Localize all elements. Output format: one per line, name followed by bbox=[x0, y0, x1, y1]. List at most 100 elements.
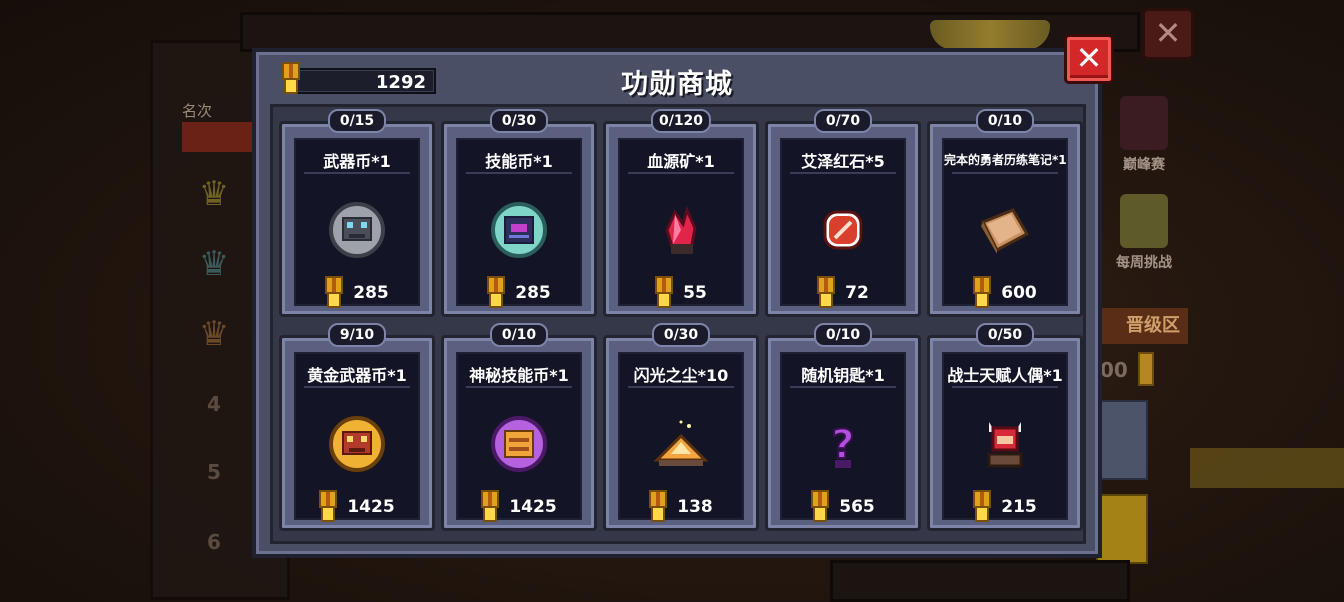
item-price: 1425 bbox=[458, 490, 580, 524]
card-inner: 技能币*1 285 bbox=[456, 138, 582, 308]
card-inner: 血源矿*1 55 bbox=[618, 138, 744, 308]
medal-icon bbox=[973, 490, 992, 524]
crown-icon: ♛ bbox=[198, 174, 230, 214]
medal-icon bbox=[325, 276, 344, 310]
medal-icon bbox=[319, 490, 338, 524]
divider bbox=[952, 386, 1058, 388]
shop-item-card[interactable]: 0/10 完本的勇者历练笔记*1 600 bbox=[927, 109, 1083, 317]
shop-item-card[interactable]: 0/10 随机钥匙*1? 565 bbox=[765, 323, 921, 531]
stock-counter: 0/30 bbox=[652, 323, 710, 347]
exclamation-icon bbox=[1120, 194, 1168, 248]
stock-counter: 0/15 bbox=[328, 109, 386, 133]
gold-panel bbox=[1096, 494, 1148, 564]
card-inner: 艾泽红石*5 72 bbox=[780, 138, 906, 308]
demon-icon bbox=[1120, 96, 1168, 150]
stock-counter: 9/10 bbox=[328, 323, 386, 347]
shop-item-card[interactable]: 0/120 血源矿*1 55 bbox=[603, 109, 759, 317]
item-price: 285 bbox=[296, 276, 418, 310]
item-name: 随机钥匙*1 bbox=[801, 366, 885, 385]
medal-icon bbox=[811, 490, 830, 524]
price-value: 285 bbox=[353, 283, 389, 303]
promotion-value: 00 bbox=[1100, 358, 1128, 382]
rank-header: 名次 bbox=[182, 102, 213, 120]
card-inner: 完本的勇者历练笔记*1 600 bbox=[942, 138, 1068, 308]
divider bbox=[304, 386, 410, 388]
rank-4: 4 bbox=[207, 392, 221, 416]
divider bbox=[304, 172, 410, 174]
shop-item-card[interactable]: 0/15 武器币*1 285 bbox=[279, 109, 435, 317]
item-price: 600 bbox=[944, 276, 1066, 310]
price-value: 55 bbox=[683, 283, 707, 303]
shop-grid: 0/15 武器币*1 285 0/30 技能币*1 285 0/120 血源矿*1 55 0/70… bbox=[279, 109, 1083, 531]
rank-2-crown: ♛ bbox=[196, 246, 232, 282]
stock-counter: 0/30 bbox=[490, 109, 548, 133]
gold-weapon-coin-icon bbox=[327, 414, 387, 474]
warrior-doll-icon bbox=[975, 414, 1035, 474]
card-inner: 武器币*1 285 bbox=[294, 138, 420, 308]
rank-5: 5 bbox=[207, 460, 221, 484]
medal-icon bbox=[649, 490, 668, 524]
close-button[interactable]: ✕ bbox=[1064, 34, 1114, 84]
stock-counter: 0/120 bbox=[650, 109, 712, 133]
price-value: 72 bbox=[845, 283, 869, 303]
card-inner: 黄金武器币*1 1425 bbox=[294, 352, 420, 522]
item-name: 血源矿*1 bbox=[647, 152, 715, 171]
card-inner: 神秘技能币*1 1425 bbox=[456, 352, 582, 522]
weekly-challenge-label: 每周挑战 bbox=[1116, 255, 1172, 271]
stock-counter: 0/10 bbox=[976, 109, 1034, 133]
price-value: 138 bbox=[677, 497, 713, 517]
item-name: 完本的勇者历练笔记*1 bbox=[944, 153, 1067, 167]
random-key-icon: ? bbox=[813, 414, 873, 474]
shop-item-card[interactable]: 0/30 技能币*1 285 bbox=[441, 109, 597, 317]
price-value: 1425 bbox=[347, 497, 395, 517]
medal-icon bbox=[973, 276, 992, 310]
stock-counter: 0/10 bbox=[490, 323, 548, 347]
item-name: 闪光之尘*10 bbox=[633, 366, 729, 385]
background-close-button: ✕ bbox=[1142, 8, 1194, 60]
card-inner: 随机钥匙*1? 565 bbox=[780, 352, 906, 522]
weapon-coin-icon bbox=[327, 200, 387, 260]
item-price: 285 bbox=[458, 276, 580, 310]
item-name: 战士天赋人偶*1 bbox=[947, 366, 1063, 385]
divider bbox=[628, 386, 734, 388]
promotion-zone-label: 晋级区 bbox=[1098, 308, 1188, 344]
price-value: 285 bbox=[515, 283, 551, 303]
shop-item-card[interactable]: 0/10 神秘技能币*1 1425 bbox=[441, 323, 597, 531]
medal-icon bbox=[655, 276, 674, 310]
price-value: 600 bbox=[1001, 283, 1037, 303]
modal-title: 功勋商城 bbox=[621, 69, 733, 100]
peak-match-label: 巅峰赛 bbox=[1123, 157, 1165, 173]
divider bbox=[628, 172, 734, 174]
medal-icon bbox=[487, 276, 506, 310]
divider bbox=[952, 172, 1058, 174]
close-icon: ✕ bbox=[1075, 39, 1103, 77]
divider bbox=[790, 386, 896, 388]
crown-icon: ♛ bbox=[198, 314, 230, 354]
mystic-skill-coin-icon bbox=[489, 414, 549, 474]
medal-icon bbox=[481, 490, 500, 524]
gold-bar bbox=[1190, 448, 1344, 488]
shop-item-card[interactable]: 0/50 战士天赋人偶*1 215 bbox=[927, 323, 1083, 531]
item-price: 72 bbox=[782, 276, 904, 310]
rank-1-crown: ♛ bbox=[196, 176, 232, 212]
divider bbox=[466, 386, 572, 388]
rank-header-bar bbox=[182, 122, 252, 152]
divider bbox=[790, 172, 896, 174]
stock-counter: 0/10 bbox=[814, 323, 872, 347]
sparkle-dust-icon bbox=[651, 414, 711, 474]
book-icon bbox=[975, 200, 1035, 260]
shop-item-card[interactable]: 0/30 闪光之尘*10 138 bbox=[603, 323, 759, 531]
rank-6: 6 bbox=[207, 530, 221, 554]
card-inner: 闪光之尘*10 138 bbox=[618, 352, 744, 522]
shop-item-card[interactable]: 0/70 艾泽红石*5 72 bbox=[765, 109, 921, 317]
bottom-bar bbox=[830, 560, 1130, 602]
stock-counter: 0/70 bbox=[814, 109, 872, 133]
item-price: 215 bbox=[944, 490, 1066, 524]
card-inner: 战士天赋人偶*1 215 bbox=[942, 352, 1068, 522]
medal-icon bbox=[1138, 352, 1154, 386]
peak-match-button: 巅峰赛 bbox=[1104, 96, 1184, 174]
shop-item-card[interactable]: 9/10 黄金武器币*1 1425 bbox=[279, 323, 435, 531]
stock-counter: 0/50 bbox=[976, 323, 1034, 347]
medal-icon bbox=[817, 276, 836, 310]
blood-ore-icon bbox=[651, 200, 711, 260]
